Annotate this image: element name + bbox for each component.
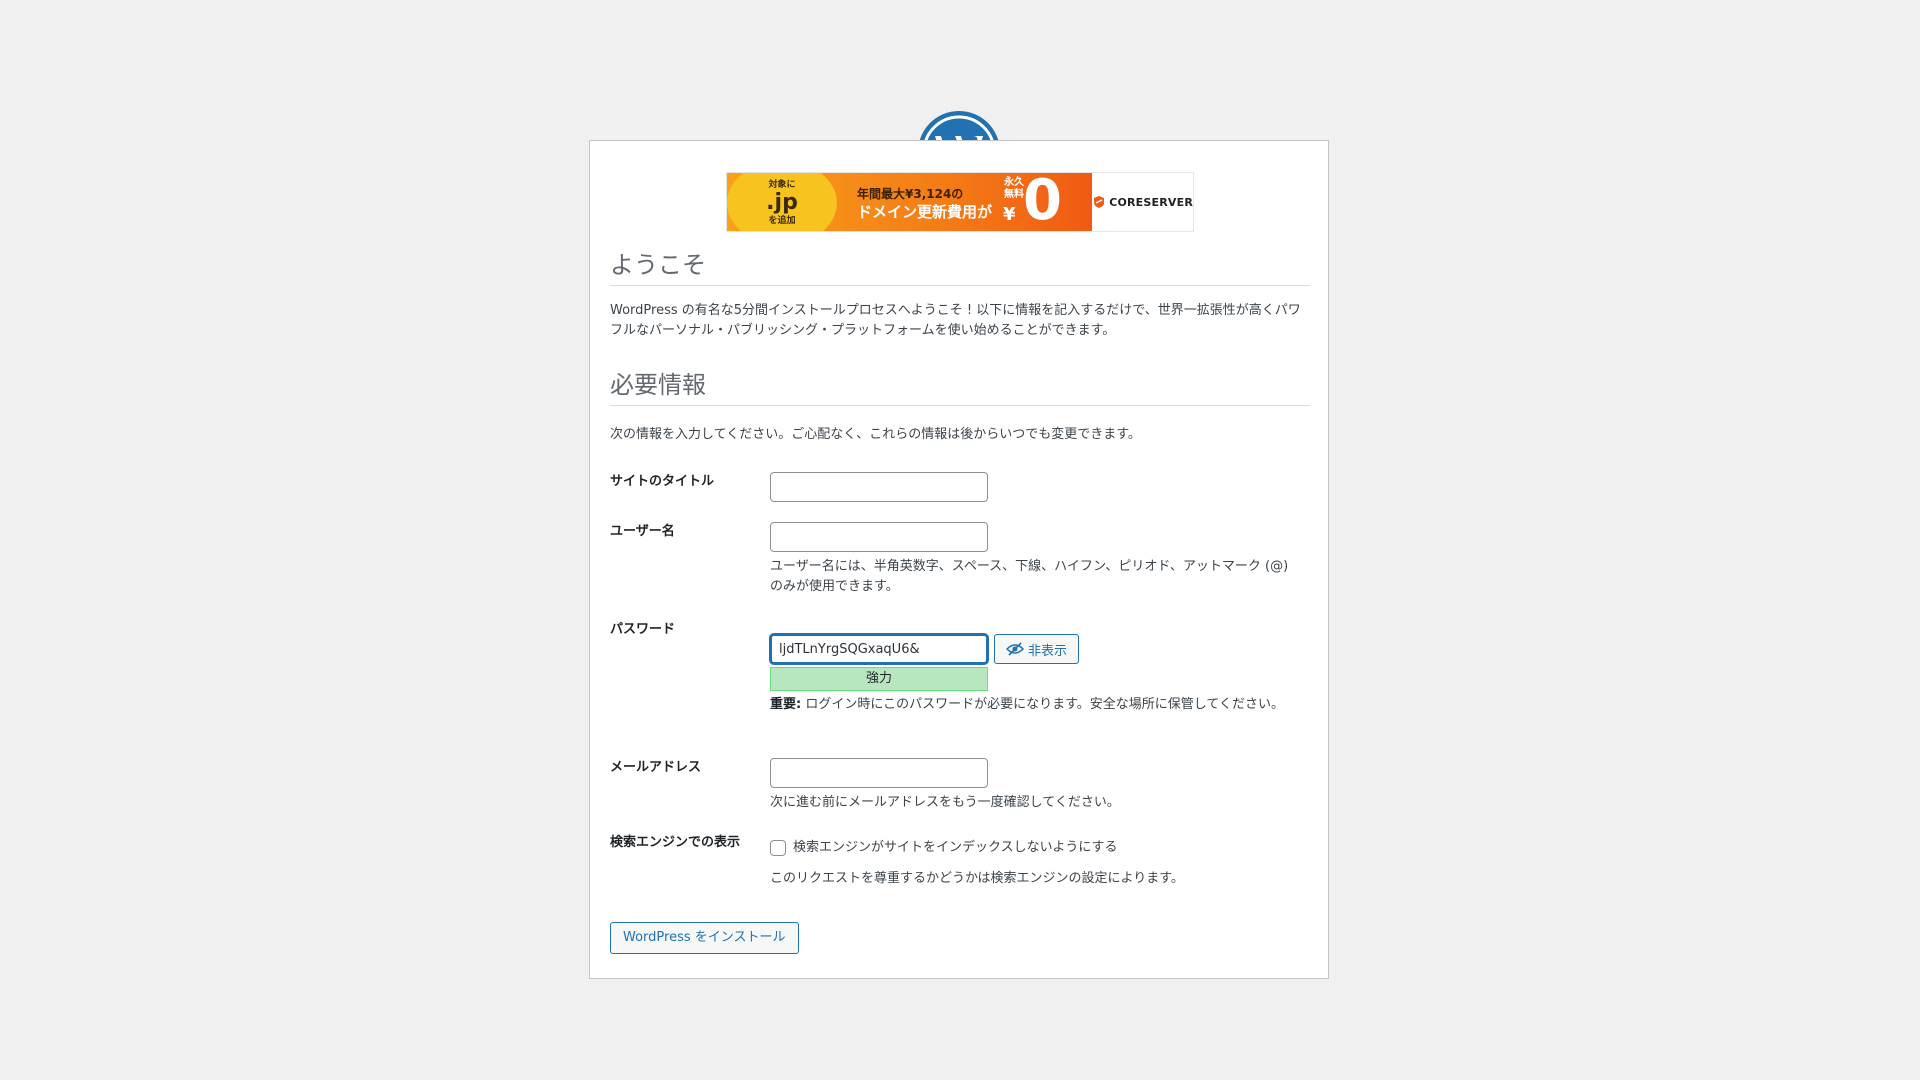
email-help: 次に進む前にメールアドレスをもう一度確認してください。 [770, 795, 1120, 810]
banner-brand-name: CORESERVER [1109, 195, 1193, 209]
password-important-note: 重要: ログイン時にこのパスワードが必要になります。安全な場所に保管してください… [770, 695, 1300, 715]
banner-line-2: ドメイン更新費用が [857, 203, 993, 221]
search-visibility-checkbox-label[interactable]: 検索エンジンがサイトをインデックスしないようにする [793, 838, 1117, 858]
site-title-label: サイトのタイトル [610, 474, 715, 489]
username-label: ユーザー名 [610, 524, 675, 539]
banner-brand: CORESERVER [1092, 173, 1193, 231]
banner-zero: 0 [1023, 172, 1062, 232]
password-label: パスワード [610, 622, 676, 637]
password-strength-meter: 強力 [770, 667, 988, 691]
hide-password-button[interactable]: 非表示 [994, 634, 1079, 664]
banner-offer: 対象に .jp を追加 年間最大¥3,124の ドメイン更新費用が 永久 無料 … [727, 172, 1093, 232]
username-input[interactable] [770, 522, 988, 552]
coreserver-logo-icon [1094, 196, 1105, 208]
password-important-prefix: 重要: [770, 697, 802, 712]
search-visibility-label: 検索エンジンでの表示 [610, 835, 741, 850]
welcome-heading: ようこそ [610, 251, 706, 279]
banner-yen: ¥ [1003, 204, 1016, 225]
username-help: ユーザー名には、半角英数字、スペース、下線、ハイフン、ピリオド、アットマーク (… [770, 559, 1289, 594]
jp-badge-bottom: を追加 [768, 216, 796, 226]
required-text: 次の情報を入力してください。ご心配なく、これらの情報は後からいつでも変更できます… [610, 427, 1141, 442]
password-input[interactable] [770, 634, 988, 664]
install-wordpress-button[interactable]: WordPress をインストール [610, 922, 799, 954]
required-heading: 必要情報 [610, 371, 706, 399]
welcome-text: WordPress の有名な5分間インストールプロセスへようこそ ! 以下に情報… [610, 303, 1301, 338]
hide-password-label: 非表示 [1027, 643, 1067, 659]
divider [610, 285, 1310, 286]
install-card: 対象に .jp を追加 年間最大¥3,124の ドメイン更新費用が 永久 無料 … [589, 140, 1329, 979]
divider [610, 405, 1310, 406]
email-input[interactable] [770, 758, 988, 788]
banner-line-1: 年間最大¥3,124の [857, 187, 964, 201]
eye-slash-icon [1005, 642, 1024, 656]
jp-badge-mid: .jp [766, 190, 798, 215]
jp-badge: 対象に .jp を追加 [727, 173, 837, 231]
password-important-text: ログイン時にこのパスワードが必要になります。安全な場所に保管してください。 [801, 697, 1284, 712]
email-label: メールアドレス [610, 760, 702, 775]
promo-banner[interactable]: 対象に .jp を追加 年間最大¥3,124の ドメイン更新費用が 永久 無料 … [726, 172, 1194, 232]
search-visibility-checkbox[interactable] [770, 840, 786, 856]
site-title-input[interactable] [770, 472, 988, 502]
search-visibility-help: このリクエストを尊重するかどうかは検索エンジンの設定によります。 [770, 871, 1184, 886]
